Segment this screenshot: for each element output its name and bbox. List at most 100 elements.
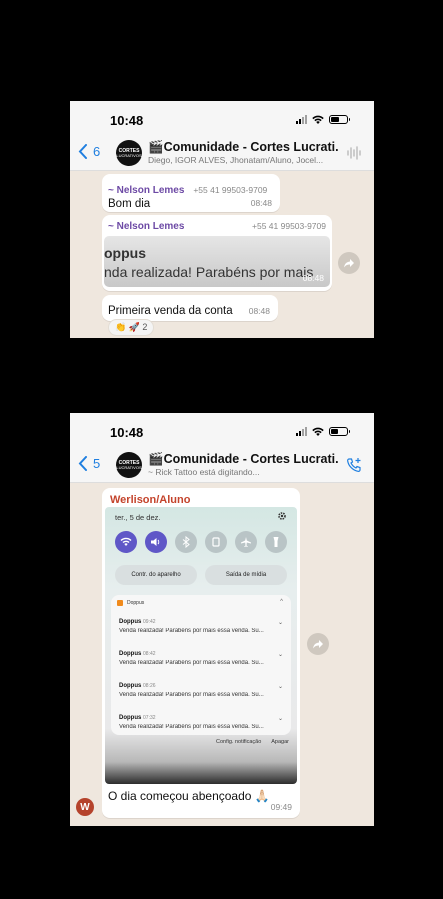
notif-time: 08:42 xyxy=(143,651,156,657)
system-icons xyxy=(296,115,350,124)
chevron-down-icon: ⌄ xyxy=(277,716,283,722)
notif-body: Venda realizada! Parabéns por mais essa … xyxy=(119,628,264,634)
preview-title: oppus xyxy=(104,245,146,261)
message-text: Primeira venda da conta xyxy=(108,305,233,317)
group-avatar[interactable]: CORTES LUCRATIVOS xyxy=(116,140,142,166)
speaker-icon xyxy=(151,538,160,546)
sender-name[interactable]: Werlison/Aluno xyxy=(110,494,296,506)
message-time: 08:48 xyxy=(302,273,324,283)
chat-header: 5 CORTES LUCRATIVOS 🎬Comunidade - Cortes… xyxy=(70,447,374,483)
notif-body: Venda realizada! Parabéns por mais essa … xyxy=(119,692,264,698)
clear-link: Apagar xyxy=(271,739,289,745)
signal-icon xyxy=(296,427,307,436)
reactions-badge[interactable]: 👏 🚀 2 xyxy=(108,319,155,336)
notif-body: Venda realizada! Parabéns por mais essa … xyxy=(119,724,264,730)
notification-settings-link: Config. notificação xyxy=(216,739,262,745)
notification-item: Doppus 09:42 Venda realizada! Parabéns p… xyxy=(119,619,287,634)
notif-body: Venda realizada! Parabéns por mais essa … xyxy=(119,660,264,666)
avatar-subtext: LUCRATIVOS xyxy=(116,152,142,158)
chevron-left-icon xyxy=(78,144,87,159)
chevron-up-icon: ^ xyxy=(280,599,283,605)
chevron-down-icon: ⌄ xyxy=(277,684,283,690)
back-button[interactable]: 5 xyxy=(78,456,100,471)
group-title[interactable]: 🎬Comunidade - Cortes Lucrati... xyxy=(148,452,338,467)
forward-icon xyxy=(313,640,323,649)
shared-image[interactable]: ter., 5 de dez. Contr. do aparelho Saída xyxy=(105,507,297,784)
message-bubble[interactable]: Primeira venda da conta 08:48 xyxy=(102,295,278,321)
typing-indicator: ~ Rick Tattoo está digitando... xyxy=(148,467,260,477)
airplane-icon xyxy=(241,537,251,547)
wifi-icon xyxy=(312,115,324,124)
app-icon xyxy=(117,600,123,606)
clock: 10:48 xyxy=(110,113,144,128)
message-bubble-image[interactable]: ~ Nelson Lemes +55 41 99503-9709 oppus nd… xyxy=(102,215,332,291)
back-button[interactable]: 6 xyxy=(78,144,100,159)
notif-title: Doppus xyxy=(119,683,142,689)
forward-button[interactable] xyxy=(307,633,329,655)
chevron-down-icon: ⌄ xyxy=(277,620,283,626)
wifi-toggle xyxy=(115,531,137,553)
group-title[interactable]: 🎬Comunidade - Cortes Lucrati... xyxy=(148,140,338,155)
bluetooth-icon xyxy=(182,536,190,548)
system-icons xyxy=(296,427,350,436)
sender-phone: +55 41 99503-9709 xyxy=(193,185,268,195)
clock: 10:48 xyxy=(110,425,144,440)
notif-time: 09:42 xyxy=(143,619,156,625)
message-bubble[interactable]: ~ Nelson Lemes +55 41 99503-9709 Bom dia… xyxy=(102,174,280,212)
notif-title: Doppus xyxy=(119,715,142,721)
wifi-icon xyxy=(312,427,324,436)
image-preview[interactable]: oppus nda realizada! Parabéns por mais 0… xyxy=(104,236,330,287)
device-control-button: Contr. do aparelho xyxy=(115,565,197,585)
status-bar: 10:48 xyxy=(70,101,374,135)
flashlight-toggle xyxy=(265,531,287,553)
audio-wave-icon[interactable] xyxy=(346,145,362,161)
notification-item: Doppus 07:32 Venda realizada! Parabéns p… xyxy=(119,715,287,730)
airplane-toggle xyxy=(235,531,257,553)
sender-name[interactable]: ~ Nelson Lemes xyxy=(108,221,184,232)
signal-icon xyxy=(296,115,307,124)
image-message-bubble[interactable]: Werlison/Aluno ter., 5 de dez. Contr. do… xyxy=(102,488,300,818)
add-call-icon[interactable] xyxy=(346,457,362,473)
wifi-icon xyxy=(120,537,132,546)
battery-icon xyxy=(329,427,350,436)
message-text: Bom dia xyxy=(108,198,151,210)
chat-screenshot-1: 10:48 6 CORTES LUCRATIVOS 🎬Comunidade - … xyxy=(70,101,374,338)
sound-toggle xyxy=(145,531,167,553)
chevron-down-icon: ⌄ xyxy=(277,652,283,658)
battery-icon xyxy=(329,115,350,124)
notification-item: Doppus 08:42 Venda realizada! Parabéns p… xyxy=(119,651,287,666)
chat-header: 6 CORTES LUCRATIVOS 🎬Comunidade - Cortes… xyxy=(70,135,374,171)
app-header: Doppus xyxy=(117,600,144,606)
chat-screenshot-2: 10:48 5 CORTES LUCRATIVOS 🎬Comunidade - … xyxy=(70,413,374,826)
unread-count: 6 xyxy=(93,144,101,159)
forward-icon xyxy=(344,259,354,268)
notif-date: ter., 5 de dez. xyxy=(115,513,161,522)
notif-title: Doppus xyxy=(119,619,142,625)
message-time: 08:48 xyxy=(248,306,270,316)
image-caption: O dia começou abençoado 🙏🏻 xyxy=(108,789,270,803)
status-bar: 10:48 xyxy=(70,413,374,447)
flashlight-icon xyxy=(273,537,279,547)
group-avatar[interactable]: CORTES LUCRATIVOS xyxy=(116,452,142,478)
message-time: 08:48 xyxy=(250,198,272,208)
bluetooth-toggle xyxy=(175,531,197,553)
sender-phone: +55 41 99503-9709 xyxy=(252,221,326,231)
sender-name[interactable]: ~ Nelson Lemes xyxy=(108,185,184,196)
notif-title: Doppus xyxy=(119,651,142,657)
avatar-subtext: LUCRATIVOS xyxy=(116,464,142,470)
group-members: Diego, IGOR ALVES, Jhonatam/Aluno, Jocel… xyxy=(148,155,324,165)
preview-text: nda realizada! Parabéns por mais xyxy=(104,264,314,280)
unread-count: 5 xyxy=(93,456,101,471)
notification-item: Doppus 08:26 Venda realizada! Parabéns p… xyxy=(119,683,287,698)
sender-avatar[interactable]: W xyxy=(76,798,94,816)
notif-time: 07:32 xyxy=(143,715,156,721)
forward-button[interactable] xyxy=(338,252,360,274)
rotation-toggle xyxy=(205,531,227,553)
notification-card: Doppus ^ Doppus 09:42 Venda realizada! P… xyxy=(111,595,291,735)
app-name: Doppus xyxy=(127,600,145,606)
gear-icon xyxy=(278,512,286,520)
rotate-icon xyxy=(212,537,220,547)
chevron-left-icon xyxy=(78,456,87,471)
notification-actions: Config. notificação Apagar xyxy=(216,739,289,745)
media-output-button: Saída de mídia xyxy=(205,565,287,585)
